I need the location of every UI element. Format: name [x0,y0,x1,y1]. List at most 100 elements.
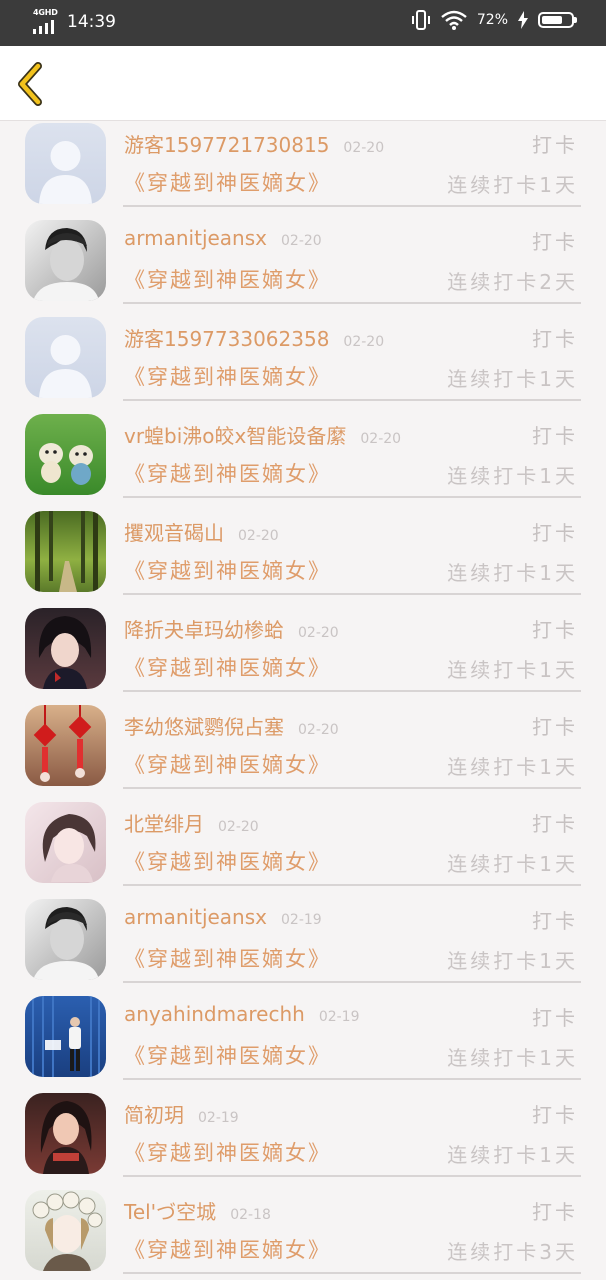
checkin-label: 打卡 [532,909,578,933]
username: 游客1597721730815 02-20 [124,129,384,158]
username-text: 攫观音碣山 [124,521,224,545]
status-right: 72% [411,9,577,31]
checkin-date: 02-20 [298,722,339,738]
book-title[interactable]: 《穿越到神医嫡女》 [124,458,331,488]
avatar[interactable] [25,608,106,689]
book-title[interactable]: 《穿越到神医嫡女》 [124,652,331,682]
streak-text: 连续打卡1天 [447,173,578,197]
list-item[interactable]: anyahindmarechh 02-19 打卡《穿越到神医嫡女》 连续打卡1天 [0,996,606,1093]
divider [123,1272,581,1274]
avatar[interactable] [25,511,106,592]
streak-text: 连续打卡1天 [447,658,578,682]
toy-animals-avatar [25,414,106,495]
checkin-date: 02-19 [198,1110,239,1126]
username: 简初玥 02-19 [124,1099,239,1128]
divider [123,593,581,595]
streak-text: 连续打卡1天 [447,561,578,585]
book-title[interactable]: 《穿越到神医嫡女》 [124,361,331,391]
divider [123,399,581,401]
streak-text: 连续打卡1天 [447,1046,578,1070]
divider [123,787,581,789]
boy-portrait-avatar [25,899,106,980]
vibrate-icon [411,10,430,30]
checkin-date: 02-20 [281,233,322,249]
anime-character-avatar [25,608,106,689]
battery-icon [538,12,577,28]
username: armanitjeansx 02-19 [124,905,322,929]
book-title[interactable]: 《穿越到神医嫡女》 [124,1040,331,1070]
avatar[interactable] [25,802,106,883]
checkin-date: 02-19 [318,1009,360,1025]
app-bar [0,46,606,121]
wifi-icon [441,10,467,30]
avatar[interactable] [25,1093,106,1174]
charging-icon [518,11,528,29]
checkin-date: 02-20 [218,819,259,835]
list-item[interactable]: 游客1597721730815 02-20 打卡《穿越到神医嫡女》 连续打卡1天 [0,123,606,220]
avatar[interactable] [25,317,106,398]
list-item[interactable]: 简初玥 02-19 打卡《穿越到神医嫡女》 连续打卡1天 [0,1093,606,1190]
book-title[interactable]: 《穿越到神医嫡女》 [124,1234,331,1264]
divider [123,302,581,304]
streak-text: 连续打卡1天 [447,755,578,779]
username-text: armanitjeansx [124,905,267,929]
username-text: 降折夬卓玛幼椮蛤 [124,618,284,642]
book-title[interactable]: 《穿越到神医嫡女》 [124,167,331,197]
avatar[interactable] [25,996,106,1077]
list-item[interactable]: armanitjeansx 02-19 打卡 《穿越到神医嫡女》 连续打卡1天 [0,899,606,996]
username: 攫观音碣山 02-20 [124,517,279,546]
username-text: anyahindmarechh [124,1002,305,1026]
avatar[interactable] [25,1190,106,1271]
checkin-label: 打卡 [532,230,578,254]
avatar[interactable] [25,220,106,301]
book-title[interactable]: 《穿越到神医嫡女》 [124,749,331,779]
checkin-label: 打卡 [532,715,578,739]
list-item[interactable]: 李幼悠斌鹦倪占塞 02-20 打卡《穿越到神医嫡女》 连续打卡1天 [0,705,606,802]
checkin-list[interactable]: 游客1597721730815 02-20 打卡 《穿越到神医嫡女》 连续打卡1天 arm… [0,120,606,1280]
book-title[interactable]: 《穿越到神医嫡女》 [124,846,331,876]
book-title[interactable]: 《穿越到神医嫡女》 [124,555,331,585]
default-avatar-icon [25,123,106,204]
streak-text: 连续打卡1天 [447,367,578,391]
username: 游客1597733062358 02-20 [124,323,384,352]
checkin-date: 02-18 [230,1207,271,1223]
book-title[interactable]: 《穿越到神医嫡女》 [124,264,331,294]
streak-text: 连续打卡2天 [447,270,578,294]
username: 李幼悠斌鹦倪占塞 02-20 [124,711,339,740]
chinese-knots-avatar [25,705,106,786]
list-item[interactable]: 北堂绯月 02-20 打卡 《穿越到神医嫡女》 连续打卡1天 [0,802,606,899]
list-item[interactable]: 降折夬卓玛幼椮蛤 02-20 打卡《穿越到神医嫡女》 连续打卡1天 [0,608,606,705]
signal-icon [33,20,54,34]
username-text: Tel'づ空城 [124,1200,217,1224]
back-button[interactable] [14,60,50,108]
default-avatar-icon [25,317,106,398]
checkin-label: 打卡 [532,618,578,642]
checkin-date: 02-20 [343,140,385,156]
checkin-date: 02-19 [281,912,322,928]
list-item[interactable]: 攫观音碣山 02-20 打卡《穿越到神医嫡女》 连续打卡1天 [0,511,606,608]
checkin-date: 02-20 [343,334,385,350]
book-title[interactable]: 《穿越到神医嫡女》 [124,943,331,973]
list-item[interactable]: vr蝗bi沸o皎x智能设备縻 02-20 打卡 《穿越到神医嫡女》 连续打卡1天 [0,414,606,511]
avatar[interactable] [25,899,106,980]
username-text: 李幼悠斌鹦倪占塞 [124,715,284,739]
avatar[interactable] [25,414,106,495]
status-left: 4GHD 14:39 [33,8,116,34]
battery-percent: 72% [476,12,508,28]
divider [123,981,581,983]
avatar[interactable] [25,705,106,786]
checkin-label: 打卡 [532,1103,578,1127]
checkin-label: 打卡 [532,133,578,157]
streak-text: 连续打卡1天 [447,1143,578,1167]
checkin-label: 打卡 [532,1006,578,1030]
avatar[interactable] [25,123,106,204]
book-title[interactable]: 《穿越到神医嫡女》 [124,1137,331,1167]
username: vr蝗bi沸o皎x智能设备縻 02-20 [124,420,401,449]
streak-text: 连续打卡1天 [447,464,578,488]
username: 降折夬卓玛幼椮蛤 02-20 [124,614,339,643]
list-item[interactable]: armanitjeansx 02-20 打卡 《穿越到神医嫡女》 连续打卡2天 [0,220,606,317]
list-item[interactable]: 游客1597733062358 02-20 打卡 《穿越到神医嫡女》 连续打卡1天 [0,317,606,414]
checkin-label: 打卡 [532,521,578,545]
status-time: 14:39 [67,12,116,32]
list-item[interactable]: Tel'づ空城 02-18 打卡 《穿越到神医嫡女》 连续打卡3天 [0,1190,606,1280]
